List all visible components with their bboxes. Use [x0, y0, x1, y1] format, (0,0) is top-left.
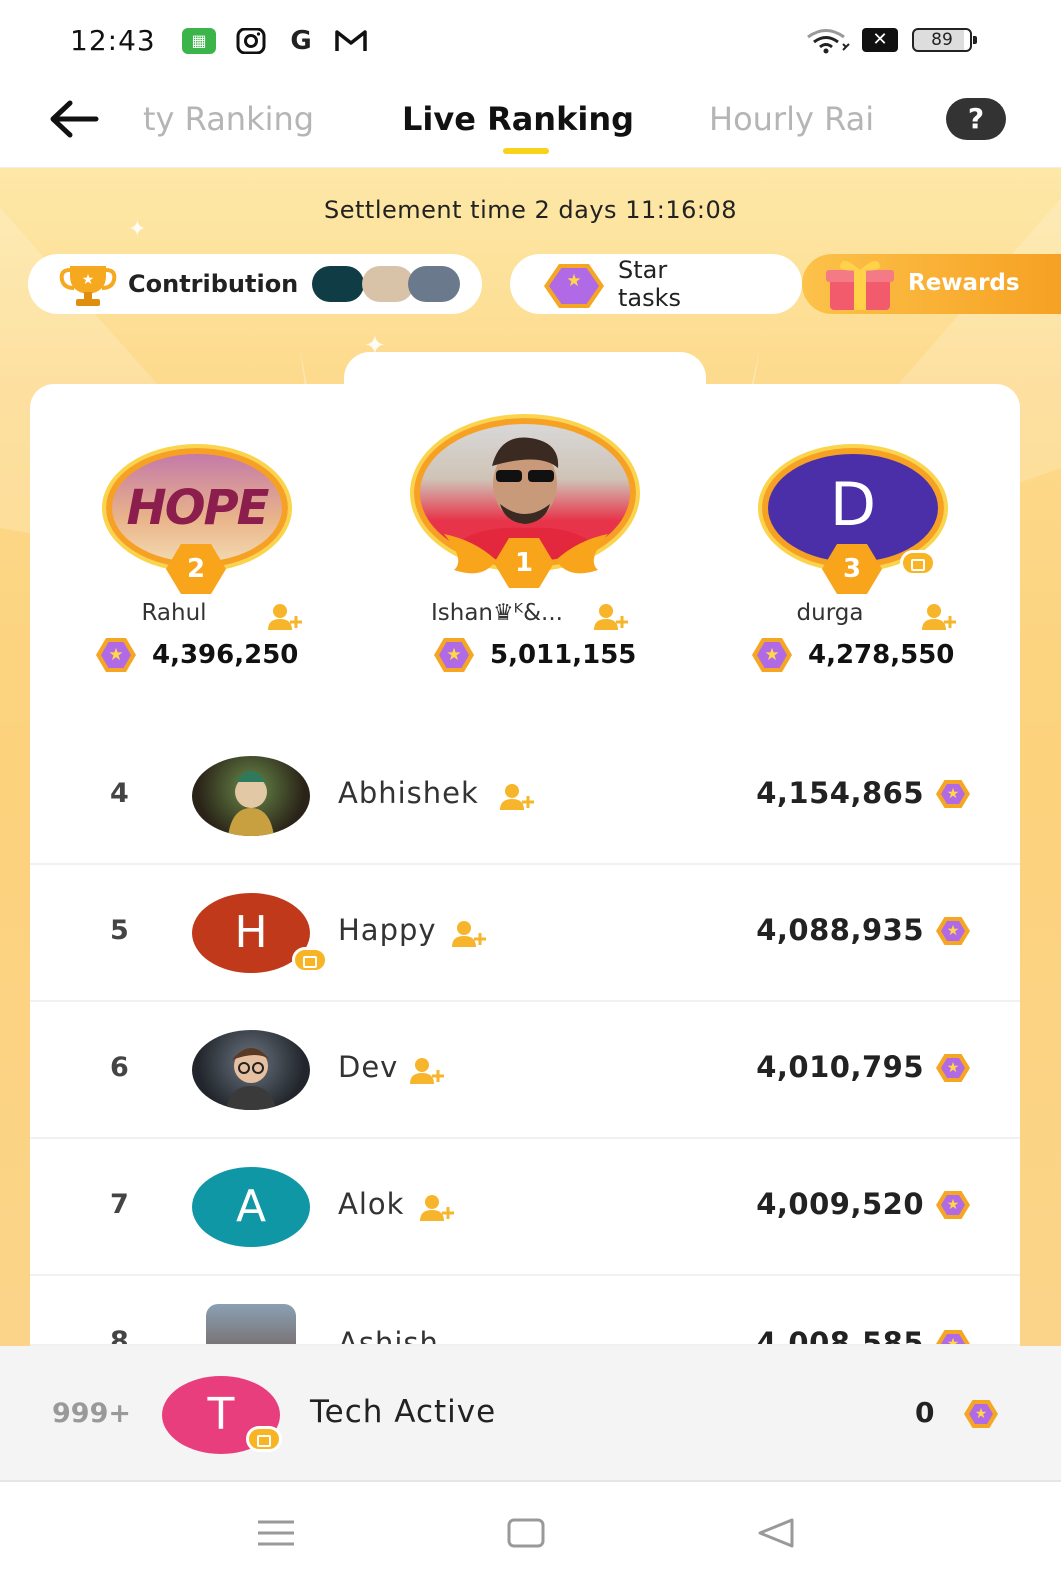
podium-name-3[interactable]: durga — [780, 600, 880, 626]
list-item[interactable]: 8 Ashish 4,008,585 — [30, 1276, 1020, 1346]
battery-icon: 89 — [912, 28, 977, 52]
settlement-timer: Settlement time 2 days 11:16:08 — [324, 196, 737, 224]
system-nav-bar — [0, 1482, 1061, 1586]
avatar[interactable] — [192, 756, 310, 836]
list-score: 4,008,585 — [756, 1326, 924, 1346]
list-item[interactable]: 4 Abhishek 4,154,865 — [30, 728, 1020, 865]
gmail-icon — [334, 28, 368, 54]
gem-icon — [936, 1054, 970, 1082]
rewards-button[interactable]: Rewards — [802, 254, 1061, 314]
avatar[interactable]: A — [192, 1167, 310, 1247]
list-name[interactable]: Dev — [338, 1050, 398, 1084]
contribution-label: Contribution — [128, 270, 299, 298]
live-icon — [246, 1426, 282, 1452]
list-item[interactable]: 7 A Alok 4,009,520 — [30, 1139, 1020, 1276]
back-button[interactable] — [44, 94, 104, 144]
list-name[interactable]: Abhishek — [338, 776, 479, 810]
tab-weekly-ranking[interactable]: ty Ranking — [143, 100, 314, 138]
contributor-avatar — [408, 266, 460, 302]
gem-icon — [936, 917, 970, 945]
avatar[interactable] — [192, 1030, 310, 1110]
my-name: Tech Active — [310, 1394, 497, 1430]
list-rank: 8 — [110, 1326, 129, 1346]
star-gem-icon — [544, 264, 604, 308]
follow-icon[interactable] — [266, 602, 304, 632]
list-rank: 5 — [110, 915, 129, 946]
trophy-icon: ★ — [59, 266, 117, 306]
list-score: 4,010,795 — [756, 1050, 924, 1084]
star-tasks-label-line1: Star — [618, 256, 668, 284]
back-triangle-icon[interactable] — [746, 1508, 806, 1558]
contributor-avatar — [312, 266, 364, 302]
list-rank: 6 — [110, 1052, 129, 1083]
list-score: 4,009,520 — [756, 1187, 924, 1221]
gem-icon — [964, 1400, 998, 1428]
svg-text:★: ★ — [82, 272, 95, 288]
list-rank: 7 — [110, 1189, 129, 1220]
list-score: 4,088,935 — [756, 913, 924, 947]
arrow-left-icon — [50, 100, 99, 138]
instagram-icon — [234, 27, 268, 55]
menu-icon[interactable] — [246, 1508, 306, 1558]
list-name[interactable]: Ashish — [338, 1326, 439, 1344]
contributor-avatar — [362, 266, 414, 302]
my-rank: 999+ — [52, 1398, 131, 1429]
rewards-label: Rewards — [908, 270, 1020, 296]
gem-icon — [936, 1330, 970, 1344]
gift-icon — [826, 260, 894, 310]
podium-name-1[interactable]: Ishan♛ᴷ&... — [410, 600, 584, 626]
podium-name-2[interactable]: Rahul — [120, 600, 228, 626]
tab-live-ranking[interactable]: Live Ranking — [402, 100, 634, 138]
avatar-image-text: HOPE — [126, 480, 270, 536]
list-name[interactable]: Alok — [338, 1187, 404, 1221]
podium-score-2: 4,396,250 — [152, 640, 299, 670]
list-name[interactable]: Happy — [338, 913, 437, 947]
tab-hourly-ranking[interactable]: Hourly Rai — [709, 100, 905, 138]
avatar-initial: D — [829, 470, 877, 540]
follow-icon[interactable] — [498, 782, 536, 812]
contribution-button[interactable]: ★ Contribution — [28, 254, 482, 314]
follow-icon[interactable] — [450, 919, 488, 949]
star-tasks-button[interactable]: Star tasks — [510, 254, 802, 314]
live-icon — [900, 550, 936, 576]
list-item[interactable]: 6 Dev 4,010,795 — [30, 1002, 1020, 1139]
avatar[interactable] — [206, 1304, 296, 1344]
help-button[interactable]: ? — [946, 98, 1006, 140]
my-rank-bar[interactable]: 999+ T Tech Active 0 — [0, 1346, 1061, 1482]
star-tasks-label-line2: tasks — [618, 284, 682, 312]
status-bar: 12:43 ▦ G ✕ 89 — [0, 0, 1061, 80]
list-item[interactable]: 5 H Happy 4,088,935 — [30, 865, 1020, 1002]
gem-icon — [936, 1191, 970, 1219]
active-tab-indicator — [503, 148, 549, 154]
wifi-icon — [806, 28, 850, 54]
status-time: 12:43 — [70, 24, 156, 57]
gem-icon — [936, 780, 970, 808]
signal-off-icon: ✕ — [862, 28, 898, 52]
follow-icon[interactable] — [920, 602, 958, 632]
follow-icon[interactable] — [418, 1193, 456, 1223]
home-icon[interactable] — [496, 1508, 556, 1558]
wechat-icon: ▦ — [182, 28, 216, 54]
list-score: 4,154,865 — [756, 776, 924, 810]
list-rank: 4 — [110, 778, 129, 809]
follow-icon[interactable] — [592, 602, 630, 632]
ranking-tab-bar: ty Ranking Live Ranking Hourly Rai ? — [0, 80, 1061, 168]
podium-score-1: 5,011,155 — [490, 640, 637, 670]
podium-score-3: 4,278,550 — [808, 640, 955, 670]
google-icon: G — [290, 26, 312, 56]
my-score: 0 — [915, 1396, 935, 1429]
live-icon — [292, 947, 328, 973]
follow-icon[interactable] — [408, 1056, 446, 1086]
